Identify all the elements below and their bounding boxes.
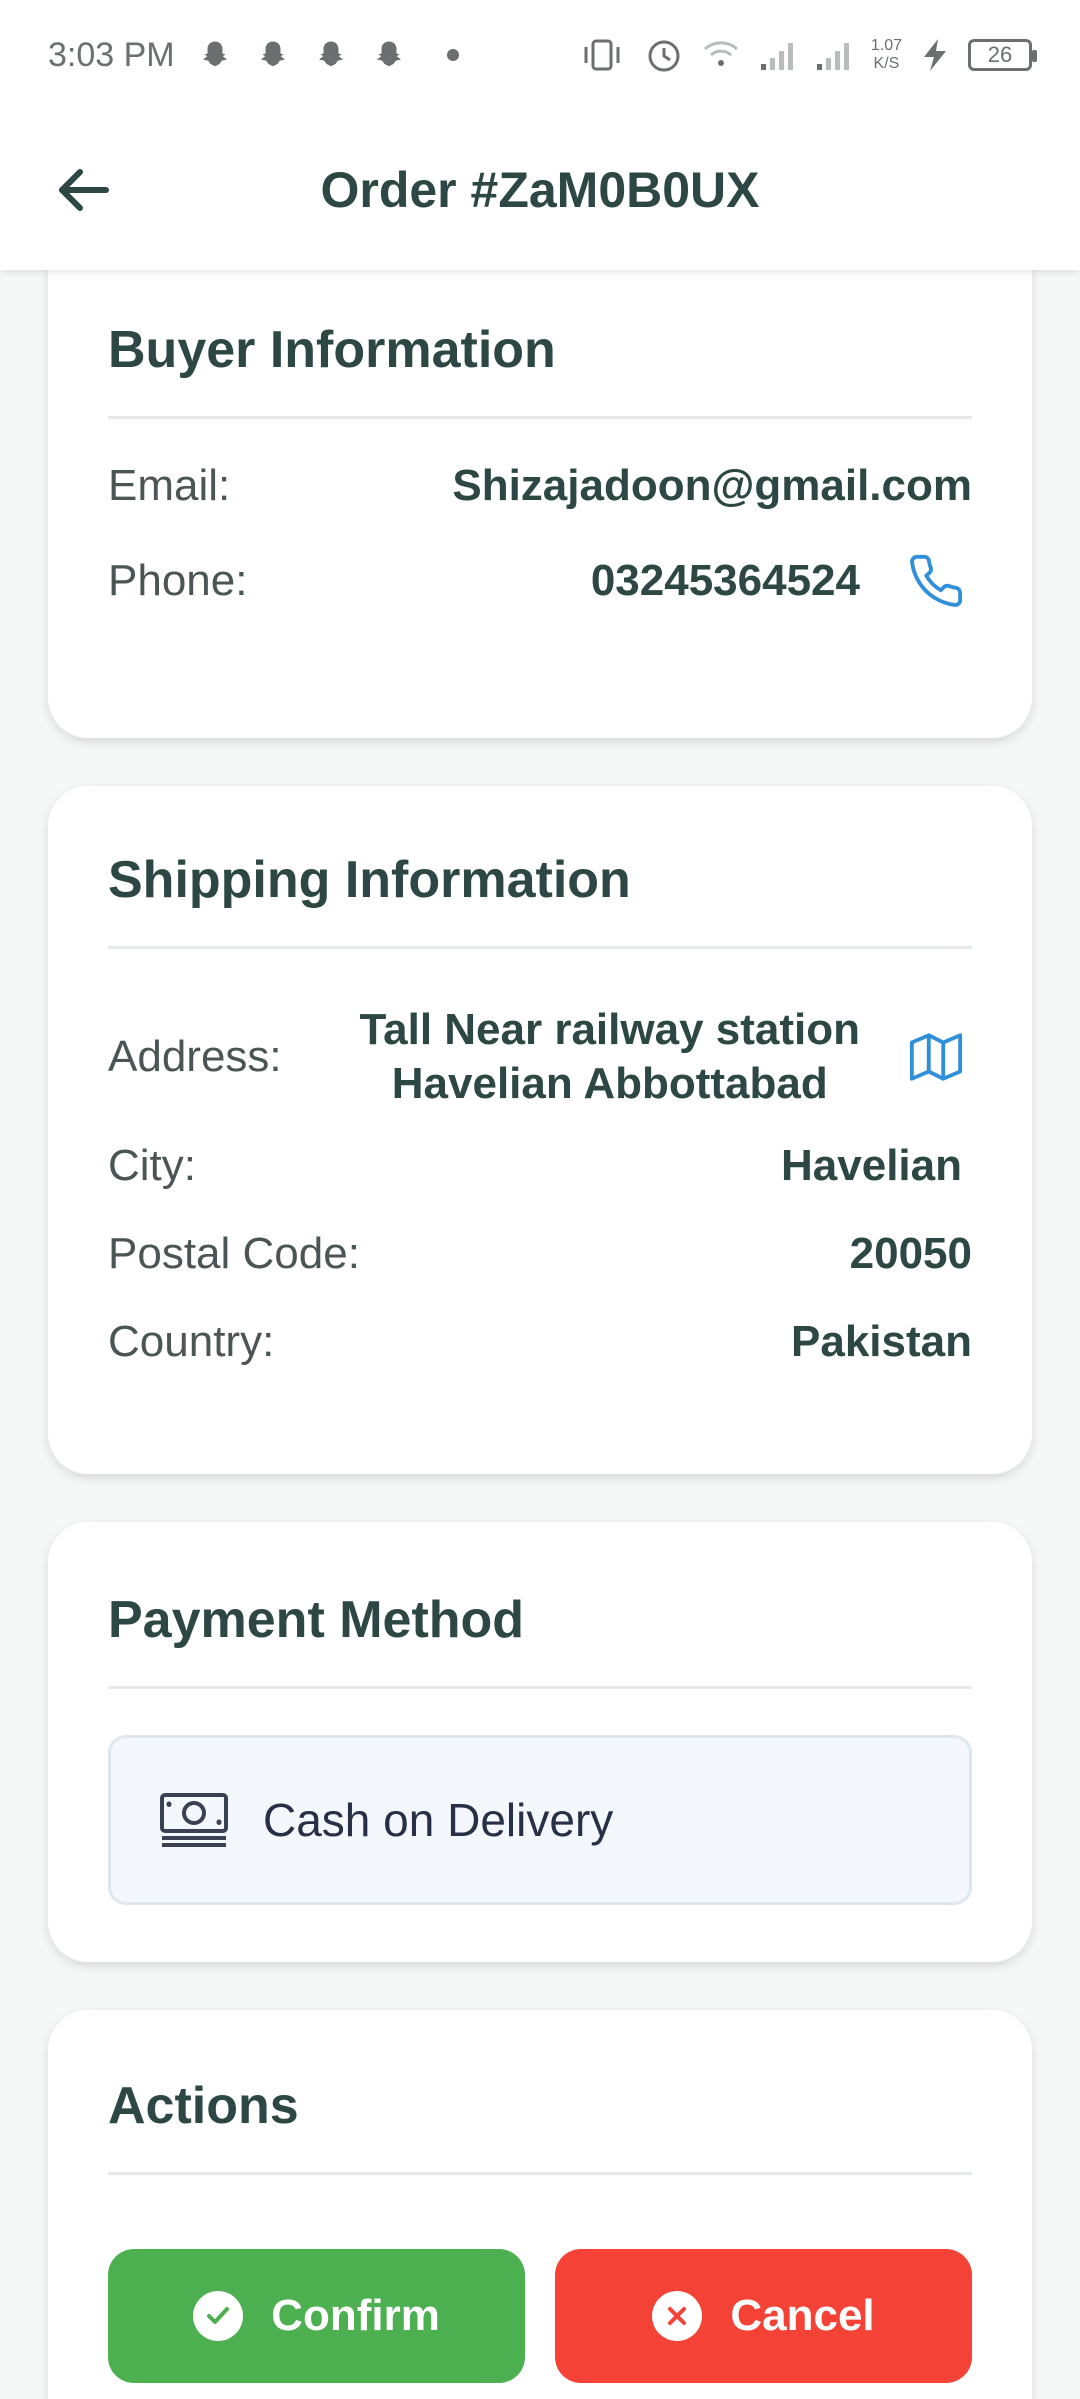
charging-icon	[924, 39, 946, 71]
email-value[interactable]: Shizajadoon@gmail.com	[452, 461, 972, 511]
cancel-button[interactable]: Cancel	[555, 2249, 972, 2383]
x-circle-icon	[652, 2291, 703, 2341]
city-row: City: Havelian	[108, 1141, 972, 1191]
payment-method-option: Cash on Delivery	[108, 1735, 972, 1905]
address-label: Address:	[108, 1032, 282, 1081]
app-bar: Order #ZaM0B0UX	[0, 110, 1080, 270]
page-title: Order #ZaM0B0UX	[320, 162, 760, 218]
country-label: Country:	[108, 1317, 275, 1366]
country-value: Pakistan	[791, 1317, 972, 1366]
back-button[interactable]	[44, 150, 124, 230]
snapchat-notification-icon	[202, 41, 227, 67]
check-circle-icon	[193, 2291, 244, 2341]
open-map-button[interactable]	[900, 1021, 972, 1093]
status-bar-left: 3:03 PM	[48, 36, 459, 75]
address-line-1: Tall Near railway station	[359, 1005, 860, 1054]
postal-code-label: Postal Code:	[108, 1229, 360, 1278]
email-label: Email:	[108, 461, 231, 510]
phone-label: Phone:	[108, 556, 248, 605]
network-speed-unit: K/S	[873, 55, 900, 72]
arrow-left-icon	[59, 169, 109, 211]
actions-card: Actions Confirm Cancel	[48, 2010, 1032, 2399]
shipping-info-card: Shipping Information Address: Tall Near …	[48, 786, 1032, 1474]
order-details-content[interactable]: Buyer Information Email: Shizajadoon@gma…	[0, 270, 1080, 2399]
confirm-button-label: Confirm	[271, 2291, 440, 2340]
battery-icon: 26	[968, 39, 1037, 71]
signal-2-icon	[816, 43, 849, 70]
alarm-icon	[648, 40, 680, 72]
payment-method-card: Payment Method Cash on Delivery	[48, 1522, 1032, 1962]
wifi-icon	[703, 41, 738, 66]
city-label: City:	[108, 1141, 196, 1190]
network-speed: 1.07 K/S	[871, 37, 902, 73]
country-row: Country: Pakistan	[108, 1317, 972, 1367]
buyer-info-card: Buyer Information Email: Shizajadoon@gma…	[48, 270, 1032, 738]
network-speed-value: 1.07	[870, 37, 902, 54]
snapchat-notification-icon	[260, 41, 285, 67]
shipping-info-title: Shipping Information	[108, 850, 972, 949]
actions-buttons: Confirm Cancel	[108, 2249, 972, 2383]
map-icon	[909, 1033, 963, 1081]
phone-value: 03245364524	[590, 556, 860, 605]
phone-icon	[910, 554, 963, 607]
buyer-info-title: Buyer Information	[108, 320, 972, 419]
confirm-button[interactable]: Confirm	[108, 2249, 525, 2383]
status-bar: 3:03 PM 1.07 K/S 26	[0, 0, 1080, 110]
postal-code-row: Postal Code: 20050	[108, 1229, 972, 1279]
status-time: 3:03 PM	[48, 35, 175, 74]
signal-1-icon	[760, 43, 793, 70]
vibrate-icon	[584, 39, 620, 71]
snapchat-notification-icon	[376, 41, 401, 67]
battery-level: 26	[987, 42, 1013, 67]
cancel-button-label: Cancel	[730, 2291, 875, 2340]
payment-method-title: Payment Method	[108, 1590, 972, 1689]
status-bar-right: 1.07 K/S 26	[581, 36, 1037, 74]
address-line-2: Havelian Abbottabad	[391, 1059, 828, 1108]
address-value: Tall Near railway station Havelian Abbot…	[360, 1003, 860, 1111]
phone-row: Phone: 03245364524	[108, 545, 972, 617]
email-row: Email: Shizajadoon@gmail.com	[108, 461, 972, 511]
payment-method-label: Cash on Delivery	[263, 1794, 614, 1846]
cash-icon	[160, 1793, 228, 1847]
actions-title: Actions	[108, 2076, 972, 2175]
call-button[interactable]	[900, 545, 972, 617]
address-row: Address: Tall Near railway station Havel…	[108, 1003, 972, 1111]
snapchat-notification-icon	[318, 41, 343, 67]
postal-code-value: 20050	[849, 1229, 972, 1278]
city-value: Havelian	[781, 1141, 962, 1190]
more-notifications-dot-icon	[446, 49, 459, 61]
